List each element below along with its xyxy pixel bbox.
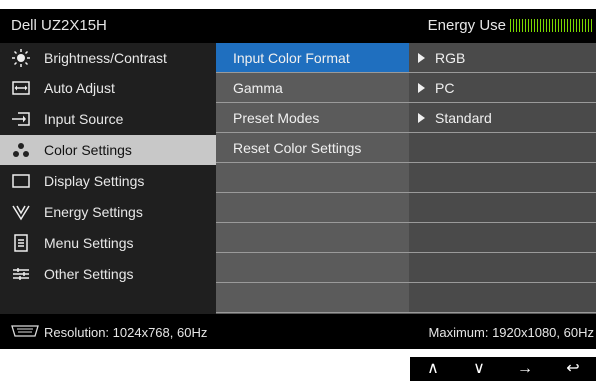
- monitor-model: Dell UZ2X15H: [11, 17, 107, 34]
- arrow-right-icon: [418, 83, 425, 93]
- osd-status-bar: Resolution: 1024x768, 60Hz Maximum: 1920…: [0, 314, 596, 349]
- setting-name-cell: Reset Color Settings: [216, 133, 409, 162]
- empty-row: [216, 193, 596, 223]
- sidebar-item-auto-adjust[interactable]: Auto Adjust: [0, 73, 216, 103]
- empty-row: [216, 223, 596, 253]
- sidebar-item-label: Other Settings: [44, 266, 134, 282]
- setting-row-gamma[interactable]: Gamma PC: [216, 73, 596, 103]
- sidebar-item-label: Brightness/Contrast: [44, 50, 167, 66]
- empty-row: [216, 283, 596, 313]
- sidebar-item-other-settings[interactable]: Other Settings: [0, 259, 216, 289]
- sidebar-item-label: Energy Settings: [44, 204, 143, 220]
- settings-panel: Input Color Format RGB Gamma PC Preset M…: [216, 43, 596, 314]
- setting-name-cell: Preset Modes: [216, 103, 409, 132]
- sidebar-menu: Brightness/Contrast Auto Adjust Input So…: [0, 43, 216, 314]
- setting-value-cell[interactable]: PC: [409, 73, 596, 102]
- empty-row: [216, 253, 596, 283]
- setting-row-input-color-format[interactable]: Input Color Format RGB: [216, 43, 596, 73]
- setting-value-cell[interactable]: RGB: [409, 43, 596, 72]
- arrow-right-icon: [418, 53, 425, 63]
- setting-name: Preset Modes: [233, 110, 320, 126]
- setting-value-cell: [409, 133, 596, 162]
- osd-title-bar: Dell UZ2X15H Energy Use: [0, 9, 596, 43]
- sidebar-item-label: Input Source: [44, 111, 124, 127]
- sidebar-item-color-settings[interactable]: Color Settings: [0, 135, 216, 165]
- nav-right-button[interactable]: →: [502, 357, 548, 381]
- nav-up-button[interactable]: ∧: [410, 357, 456, 381]
- current-resolution: Resolution: 1024x768, 60Hz: [44, 325, 208, 340]
- setting-name-cell: Input Color Format: [216, 43, 409, 72]
- setting-row-reset-color-settings[interactable]: Reset Color Settings: [216, 133, 596, 163]
- sidebar-item-brightness-contrast[interactable]: Brightness/Contrast: [0, 43, 216, 73]
- setting-value: RGB: [435, 50, 466, 66]
- empty-row: [216, 163, 596, 193]
- display-settings-icon: [12, 174, 30, 188]
- setting-row-preset-modes[interactable]: Preset Modes Standard: [216, 103, 596, 133]
- osd-navigation-buttons: ∧ ∨ → ↩: [410, 357, 596, 381]
- sidebar-item-input-source[interactable]: Input Source: [0, 104, 216, 134]
- setting-value: Standard: [435, 110, 492, 126]
- monitor-osd: Dell UZ2X15H Energy Use Brightness/Contr…: [0, 0, 596, 349]
- setting-name: Input Color Format: [233, 50, 350, 66]
- brightness-icon: [12, 49, 30, 67]
- menu-settings-icon: [14, 234, 28, 252]
- sidebar-item-label: Color Settings: [44, 142, 132, 158]
- nav-back-button[interactable]: ↩: [550, 357, 596, 381]
- maximum-resolution: Maximum: 1920x1080, 60Hz: [428, 325, 594, 340]
- energy-use-label: Energy Use: [427, 17, 506, 34]
- sidebar-item-label: Display Settings: [44, 173, 145, 189]
- energy-settings-icon: [12, 205, 30, 221]
- other-settings-icon: [13, 268, 29, 280]
- auto-adjust-icon: [12, 81, 30, 95]
- input-connector-icon: [11, 325, 39, 337]
- arrow-right-icon: [418, 113, 425, 123]
- setting-value-cell[interactable]: Standard: [409, 103, 596, 132]
- input-source-icon: [12, 112, 30, 126]
- setting-value: PC: [435, 80, 455, 96]
- energy-use-bar: [510, 19, 592, 32]
- sidebar-item-label: Auto Adjust: [44, 80, 115, 96]
- setting-name: Gamma: [233, 80, 283, 96]
- sidebar-item-label: Menu Settings: [44, 235, 134, 251]
- color-settings-icon: [13, 143, 29, 157]
- sidebar-item-energy-settings[interactable]: Energy Settings: [0, 197, 216, 227]
- nav-down-button[interactable]: ∨: [456, 357, 502, 381]
- energy-use-indicator: Energy Use: [428, 17, 592, 34]
- sidebar-item-display-settings[interactable]: Display Settings: [0, 166, 216, 196]
- setting-name: Reset Color Settings: [233, 140, 362, 156]
- setting-name-cell: Gamma: [216, 73, 409, 102]
- sidebar-item-menu-settings[interactable]: Menu Settings: [0, 228, 216, 258]
